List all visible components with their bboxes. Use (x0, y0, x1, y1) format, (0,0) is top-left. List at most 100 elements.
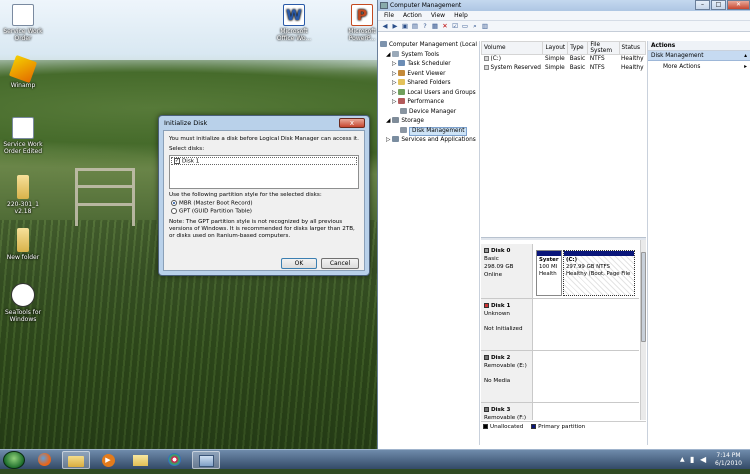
forward-arrow-icon[interactable]: ▶ (391, 22, 399, 30)
search-icon[interactable]: ⌕ (471, 22, 479, 30)
dialog-title: Initialize Disk (164, 119, 208, 127)
desktop-icon-new-folder[interactable]: New folder (0, 228, 46, 261)
tree-root[interactable]: Computer Management (Local (380, 41, 479, 51)
taskbar: ▶ ▲ ▮ ◀ 7:14 PM 6/1/2010 (0, 449, 750, 469)
disk-icon (484, 248, 489, 253)
tree-storage[interactable]: ◢ Storage (380, 117, 479, 127)
initialize-disk-dialog: Initialize Disk x You must initialize a … (158, 115, 370, 276)
col-volume[interactable]: Volume (480, 41, 544, 55)
powerpoint-icon: P (351, 4, 373, 26)
scrollbar-thumb[interactable] (641, 252, 646, 342)
gpt-option[interactable]: GPT (GUID Partition Table) (169, 207, 359, 216)
checkbox-checked-icon[interactable]: ✓ (174, 158, 180, 164)
document-icon (12, 4, 34, 26)
actions-pane: Actions Disk Management ▴ More Actions ▸ (647, 41, 750, 445)
delete-icon[interactable]: ✕ (441, 22, 449, 30)
collapse-icon[interactable]: ▴ (744, 51, 747, 61)
col-filesystem[interactable]: File System (587, 41, 620, 55)
tree-services[interactable]: ▷ Services and Applications (380, 136, 479, 146)
network-icon[interactable]: ▮ (690, 455, 694, 464)
paint-taskbar-icon[interactable] (160, 451, 188, 469)
table-row[interactable]: (C:) Simple Basic NTFS Healthy (482, 55, 646, 64)
filesystem-cell: NTFS (589, 65, 605, 71)
desktop-icon-220-301[interactable]: 220-301_1 v2.18 (0, 175, 46, 215)
ok-button[interactable]: OK (281, 258, 317, 269)
disk-3-label[interactable]: Disk 3 Removable (F:) (481, 403, 533, 420)
disk-0-label[interactable]: Disk 0 Basic 298.09 GB Online (481, 244, 533, 298)
actions-section-disk-management[interactable]: Disk Management ▴ (648, 51, 750, 61)
help-icon[interactable]: ? (421, 22, 429, 30)
radio-icon[interactable] (171, 207, 177, 214)
winamp-icon (8, 54, 38, 84)
system-tray: ▲ ▮ ◀ 7:14 PM 6/1/2010 (678, 450, 750, 470)
col-type[interactable]: Type (567, 41, 589, 55)
desktop-icon-powerpoint[interactable]: P Microsoft PowerP... (345, 4, 379, 42)
desktop-icon-word[interactable]: W Microsoft Office Wo... (271, 4, 317, 42)
tree-device-manager[interactable]: Device Manager (380, 107, 479, 118)
col-status[interactable]: Status (618, 41, 647, 55)
close-button[interactable]: ✕ (727, 0, 750, 10)
dialog-close-button[interactable]: x (339, 118, 365, 128)
clock-time: 7:14 PM (716, 452, 741, 459)
menu-bar: File Action View Help (378, 11, 750, 21)
menu-help[interactable]: Help (454, 12, 468, 19)
media-player-taskbar-icon[interactable]: ▶ (94, 451, 122, 469)
mbr-option[interactable]: MBR (Master Boot Record) (169, 200, 359, 208)
disk-pane-scrollbar[interactable] (640, 240, 646, 420)
back-arrow-icon[interactable]: ◀ (381, 22, 389, 30)
more-actions-link[interactable]: More Actions ▸ (648, 61, 750, 73)
computer-management-icon (380, 2, 388, 9)
tree-task-scheduler[interactable]: ▷ Task Scheduler (380, 60, 479, 70)
explorer-taskbar-icon[interactable] (62, 451, 90, 469)
radio-selected-icon[interactable] (171, 200, 177, 206)
layout-cell: Simple (544, 56, 565, 63)
menu-file[interactable]: File (384, 12, 394, 19)
menu-action[interactable]: Action (403, 12, 422, 19)
console-icon[interactable]: ▦ (431, 22, 439, 30)
disk-1-row[interactable]: Disk 1 Unknown Not Initialized (481, 299, 639, 351)
minimize-button[interactable]: – (695, 0, 710, 10)
disk-listbox[interactable]: ✓ Disk 1 (169, 155, 359, 189)
tree-performance[interactable]: ▷ Performance (380, 98, 479, 108)
filesystem-cell: NTFS (589, 56, 605, 63)
clock-icon (398, 60, 406, 66)
start-button[interactable] (3, 451, 25, 469)
col-layout[interactable]: Layout (542, 41, 569, 55)
tree-system-tools[interactable]: ◢ System Tools (380, 50, 479, 61)
desktop-icon-seatools[interactable]: SeaTools for Windows (0, 283, 46, 323)
disk-3-row[interactable]: Disk 3 Removable (F:) (481, 403, 639, 420)
tree-local-users[interactable]: ▷ Local Users and Groups (380, 88, 479, 99)
dialog-body: You must initialize a disk before Logica… (163, 130, 365, 271)
folder-taskbar-icon[interactable] (126, 451, 154, 469)
disk-0-row[interactable]: Disk 0 Basic 298.09 GB Online Syster 100… (481, 244, 639, 299)
view-icon[interactable]: ▥ (481, 22, 489, 30)
properties-icon[interactable]: ▤ (411, 22, 419, 30)
computer-management-taskbar-icon[interactable] (192, 451, 220, 469)
table-row[interactable]: System Reserved Simple Basic NTFS Health… (482, 64, 646, 73)
tree-shared-folders[interactable]: ▷ Shared Folders (380, 79, 479, 89)
clock[interactable]: 7:14 PM 6/1/2010 (715, 452, 742, 468)
tree-disk-management[interactable]: Disk Management (380, 126, 479, 137)
device-manager-icon (400, 107, 407, 114)
desktop-icon-winamp[interactable]: Winamp (0, 54, 46, 89)
cancel-button[interactable]: Cancel (321, 258, 359, 269)
partition-c[interactable]: (C:) 297.99 GB NTFS Healthy (Boot, Page … (563, 250, 635, 296)
menu-view[interactable]: View (431, 12, 445, 19)
tree-event-viewer[interactable]: ▷ Event Viewer (380, 69, 479, 80)
up-folder-icon[interactable]: ▣ (401, 22, 409, 30)
checklist-icon[interactable]: ☑ (451, 22, 459, 30)
disk-list-item[interactable]: ✓ Disk 1 (171, 157, 357, 165)
type-cell: Basic (569, 65, 586, 71)
disk-2-label[interactable]: Disk 2 Removable (E:) No Media (481, 351, 533, 402)
maximize-button[interactable]: □ (711, 0, 726, 10)
partition-system-reserved[interactable]: Syster 100 MI Health (536, 250, 562, 296)
desktop-icon-service-work-order-edited[interactable]: Service Work Order Edited (0, 117, 46, 155)
firefox-taskbar-icon[interactable] (30, 451, 58, 469)
volume-icon[interactable]: ◀ (700, 455, 706, 464)
desktop-icon-service-work-order[interactable]: Service Work Order (0, 4, 46, 42)
disk-1-label[interactable]: Disk 1 Unknown Not Initialized (481, 299, 533, 350)
disk-2-row[interactable]: Disk 2 Removable (E:) No Media (481, 351, 639, 403)
show-hidden-icons-icon[interactable]: ▲ (680, 456, 685, 463)
navigation-tree: Computer Management (Local ◢ System Tool… (378, 41, 480, 445)
open-icon[interactable]: ▭ (461, 22, 469, 30)
